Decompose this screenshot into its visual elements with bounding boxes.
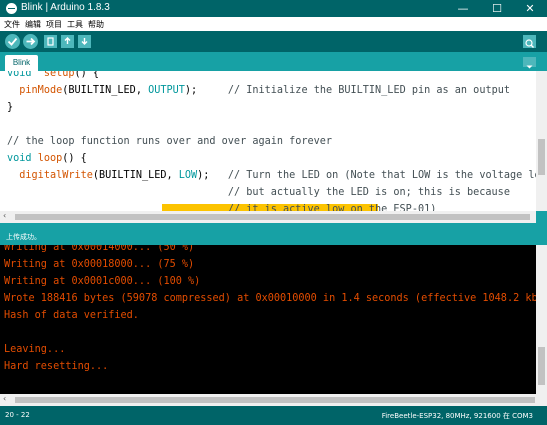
- footer-bar: 20 - 22 FireBeetle-ESP32, 80MHz, 921600 …: [0, 406, 547, 425]
- line-number: 20 - 22: [5, 411, 30, 419]
- code-token: setup: [43, 71, 75, 79]
- console-line: Writing at 0x00018000... (75 %): [4, 259, 195, 270]
- window-title: Blink | Arduino 1.8.3: [21, 2, 110, 13]
- code-editor[interactable]: void setup() { pinMode(BUILTIN_LED, OUTP…: [0, 71, 536, 211]
- code-token: // Initialize the BUILTIN_LED pin as an …: [227, 85, 510, 96]
- code-token: digitalWrite: [19, 170, 93, 181]
- console-line: Hash of data verified.: [4, 310, 139, 321]
- console-vertical-scroll-thumb[interactable]: [538, 347, 545, 385]
- menu-tools[interactable]: 工具: [67, 19, 83, 30]
- code-token: }: [7, 102, 14, 113]
- tab-strip: Blink: [0, 52, 547, 71]
- code-token: void: [7, 153, 32, 164]
- upload-icon[interactable]: [23, 34, 38, 49]
- console-scroll-left-icon[interactable]: ‹: [3, 394, 6, 403]
- close-button[interactable]: ✕: [513, 0, 547, 17]
- menu-edit[interactable]: 编辑: [25, 19, 41, 30]
- code-token: );: [197, 170, 228, 181]
- title-bar: Blink | Arduino 1.8.3 — ☐ ✕: [0, 0, 547, 17]
- code-token: () {: [74, 71, 100, 79]
- code-token: // but actually the LED is on; this is b…: [227, 187, 510, 198]
- arduino-logo-icon: [6, 3, 17, 14]
- editor-horizontal-scroll-thumb[interactable]: [15, 214, 530, 220]
- scroll-left-icon[interactable]: ‹: [3, 211, 6, 220]
- console-line: Writing at 0x0001c000... (100 %): [4, 276, 201, 287]
- console-output[interactable]: Writing at 0x00014000... (50 %) Writing a…: [0, 245, 536, 394]
- editor-vertical-scroll-thumb[interactable]: [538, 139, 545, 175]
- console-line: Wrote 188416 bytes (59078 compressed) at…: [4, 293, 536, 304]
- menu-sketch[interactable]: 项目: [46, 19, 62, 30]
- verify-icon[interactable]: [5, 34, 20, 49]
- minimize-button[interactable]: —: [446, 0, 480, 17]
- code-token: OUTPUT: [148, 85, 185, 96]
- save-icon[interactable]: [78, 35, 91, 48]
- code-line: // but actually the LED is on; this is b…: [7, 187, 510, 198]
- tab-blink[interactable]: Blink: [5, 55, 38, 71]
- toolbar: [0, 31, 547, 52]
- tab-menu-icon[interactable]: [523, 57, 536, 69]
- code-line: // the loop function runs over and over …: [7, 136, 332, 147]
- editor-horizontal-scrollbar[interactable]: ‹: [0, 211, 536, 223]
- open-icon[interactable]: [61, 35, 74, 48]
- status-message: 上传成功。: [6, 233, 41, 241]
- code-token: // it is active low on the ESP-01): [227, 204, 437, 211]
- console-vertical-scrollbar[interactable]: [536, 245, 547, 394]
- console-horizontal-scrollbar[interactable]: ‹: [0, 394, 547, 406]
- console-line: Hard resetting...: [4, 361, 109, 372]
- menu-file[interactable]: 文件: [4, 19, 20, 30]
- code-token: // the loop function runs over and over …: [7, 136, 333, 147]
- code-token: LOW: [178, 170, 198, 181]
- code-token: void: [7, 71, 32, 79]
- code-line: }: [7, 102, 13, 113]
- console-line: Writing at 0x00014000... (50 %): [4, 245, 195, 253]
- code-line: digitalWrite(BUILTIN_LED, LOW); // Turn …: [7, 170, 536, 181]
- menu-bar: 文件 编辑 项目 工具 帮助: [0, 17, 547, 31]
- code-token: loop: [37, 153, 63, 164]
- board-info: FireBeetle-ESP32, 80MHz, 921600 在 COM3: [381, 412, 533, 420]
- code-line: void setup() {: [7, 71, 99, 79]
- code-token: () {: [62, 153, 87, 164]
- code-token: // Turn the LED on (Note that LOW is the…: [227, 170, 536, 181]
- code-token: (BUILTIN_LED,: [62, 85, 149, 96]
- code-token: pinMode: [19, 85, 63, 96]
- console-horizontal-scroll-thumb[interactable]: [15, 397, 535, 403]
- code-line: void loop() {: [7, 153, 87, 164]
- code-token: );: [184, 85, 228, 96]
- console-line: Leaving...: [4, 344, 66, 355]
- serial-monitor-icon[interactable]: [523, 35, 536, 48]
- new-icon[interactable]: [44, 35, 57, 48]
- editor-vertical-scrollbar[interactable]: [536, 71, 547, 211]
- maximize-button[interactable]: ☐: [480, 0, 514, 17]
- code-token: (BUILTIN_LED,: [92, 170, 179, 181]
- menu-help[interactable]: 帮助: [88, 19, 104, 30]
- code-line: // it is active low on the ESP-01): [7, 204, 437, 211]
- status-message-bar: 上传成功。: [0, 226, 547, 245]
- code-line: pinMode(BUILTIN_LED, OUTPUT); // Initial…: [7, 85, 510, 96]
